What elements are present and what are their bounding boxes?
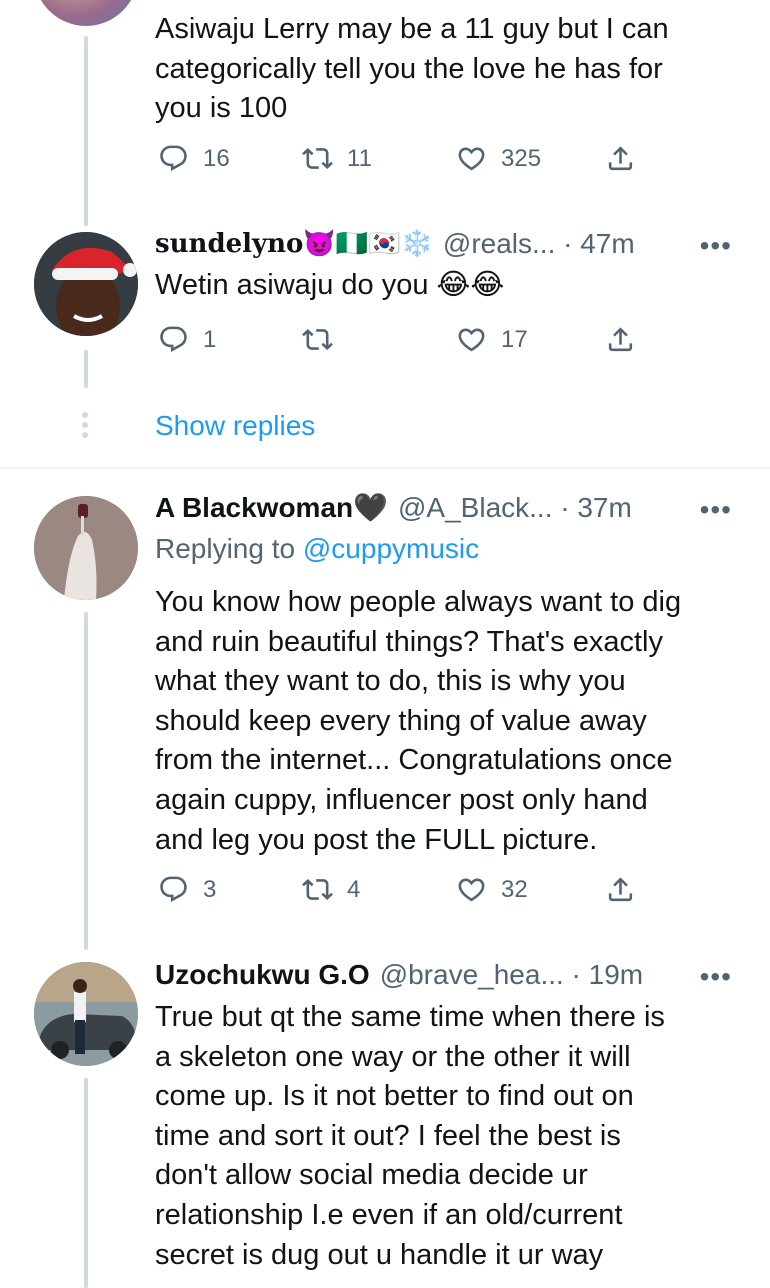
thread-line	[84, 612, 88, 950]
like-button[interactable]: 32	[456, 874, 528, 905]
share-button[interactable]	[605, 324, 636, 355]
reply-icon	[158, 143, 189, 174]
retweet-icon	[302, 874, 333, 905]
retweet-button[interactable]: 4	[302, 874, 360, 905]
retweet-icon	[302, 324, 333, 355]
handle-time[interactable]: @A_Black... · 37m	[398, 490, 632, 526]
tweet-header: A Blackwoman🖤 @A_Black... · 37m	[155, 490, 632, 526]
retweet-button[interactable]: 11	[302, 143, 372, 174]
avatar[interactable]	[34, 962, 138, 1066]
avatar[interactable]	[34, 0, 138, 26]
heart-icon	[456, 324, 487, 355]
reply-button[interactable]: 3	[158, 874, 216, 905]
reply-count: 1	[203, 325, 217, 353]
retweet-count: 11	[347, 144, 372, 172]
tweet-actions: 1 17	[158, 324, 638, 364]
reply-button[interactable]: 1	[158, 324, 216, 355]
thread-line	[84, 36, 88, 226]
display-name[interactable]: Uzochukwu G.O	[155, 957, 370, 993]
thread-line	[84, 350, 88, 388]
reply-icon	[158, 324, 189, 355]
avatar[interactable]	[34, 232, 138, 336]
share-icon	[605, 324, 636, 355]
like-count: 17	[501, 325, 528, 353]
more-icon[interactable]: •••	[700, 494, 732, 526]
vertical-dots-icon	[82, 412, 90, 438]
replying-to-link[interactable]: @cuppymusic	[303, 533, 479, 564]
tweet-text: Wetin asiwaju do you 😂😂	[155, 269, 505, 301]
tweet-text: Asiwaju Lerry may be a 11 guy but I can …	[155, 13, 669, 125]
tweet-header: sundelyno😈🇳🇬🇰🇷❄️ @reals... · 47m	[155, 226, 635, 262]
thread-line	[84, 1078, 88, 1288]
retweet-count: 4	[347, 875, 361, 903]
display-name[interactable]: A Blackwoman🖤	[155, 490, 388, 526]
share-icon	[605, 143, 636, 174]
reply-count: 16	[203, 144, 230, 172]
replying-to: Replying to @cuppymusic	[155, 531, 479, 567]
divider	[0, 467, 770, 469]
avatar-image	[34, 496, 138, 600]
heart-icon	[456, 874, 487, 905]
reply-count: 3	[203, 875, 217, 903]
like-count: 32	[501, 875, 528, 903]
reply-icon	[158, 874, 189, 905]
display-name[interactable]: sundelyno😈🇳🇬🇰🇷❄️	[155, 226, 433, 262]
retweet-button[interactable]	[302, 324, 347, 355]
share-button[interactable]	[605, 874, 636, 905]
share-button[interactable]	[605, 143, 636, 174]
reply-button[interactable]: 16	[158, 143, 230, 174]
handle-time[interactable]: @reals... · 47m	[443, 226, 635, 262]
avatar-image	[34, 232, 138, 336]
like-button[interactable]: 17	[456, 324, 528, 355]
tweet-actions: 16 11 325	[158, 143, 638, 183]
share-icon	[605, 874, 636, 905]
retweet-icon	[302, 143, 333, 174]
heart-icon	[456, 143, 487, 174]
tweet-header: Uzochukwu G.O @brave_hea... · 19m	[155, 957, 643, 993]
like-count: 325	[501, 144, 542, 172]
show-replies-link[interactable]: Show replies	[155, 410, 315, 442]
avatar-image	[34, 962, 138, 1066]
handle-time[interactable]: @brave_hea... · 19m	[380, 957, 643, 993]
like-button[interactable]: 325	[456, 143, 541, 174]
tweet-text: You know how people always want to dig a…	[155, 586, 682, 856]
replying-to-label: Replying to	[155, 533, 303, 564]
more-icon[interactable]: •••	[700, 961, 732, 993]
tweet-actions: 3 4 32	[158, 874, 638, 914]
avatar[interactable]	[34, 496, 138, 600]
tweet-text: True but qt the same time when there is …	[155, 1001, 665, 1271]
more-icon[interactable]: •••	[700, 230, 732, 262]
